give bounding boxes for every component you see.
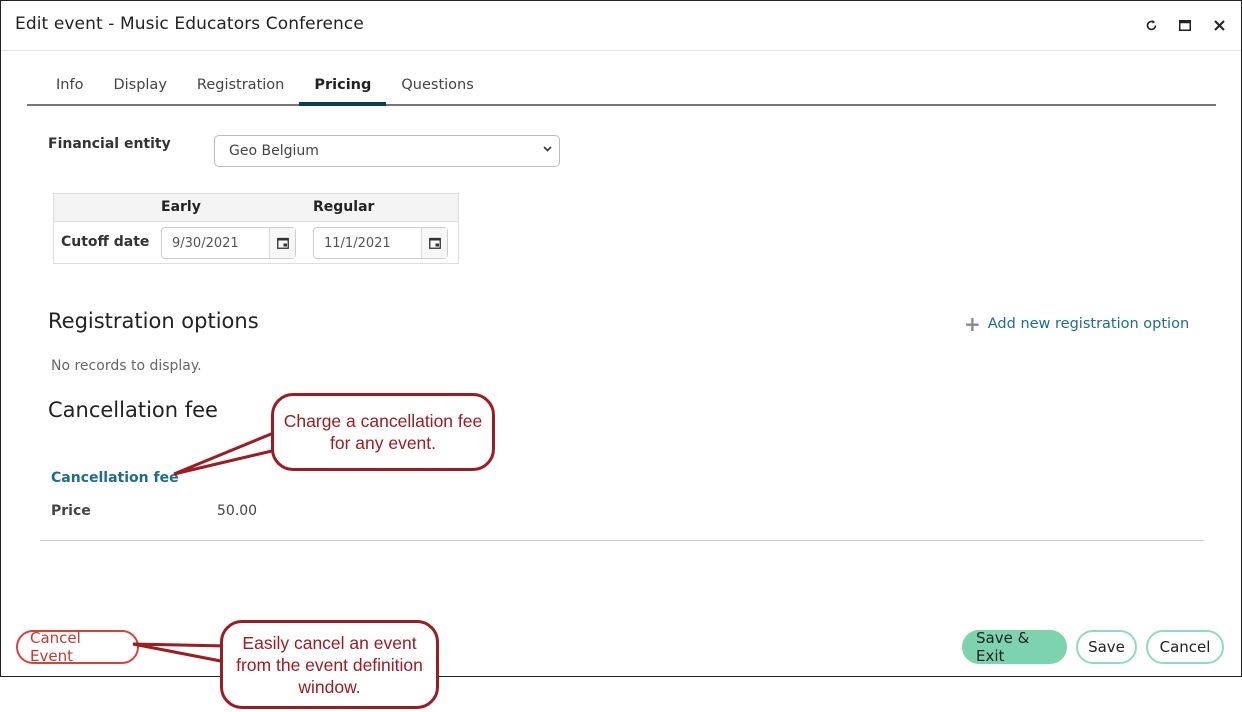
cancellation-fee-link[interactable]: Cancellation fee (51, 470, 179, 486)
early-date-input[interactable]: 9/30/2021 (161, 227, 296, 259)
price-value: 50.00 (217, 503, 258, 519)
add-registration-option-label: Add new registration option (987, 316, 1190, 332)
tab-info[interactable]: Info (27, 71, 98, 104)
callout-cancel-event: Easily cancel an event from the event de… (220, 620, 439, 709)
tab-display[interactable]: Display (98, 71, 181, 104)
plus-icon: + (964, 312, 981, 336)
chevron-down-icon (543, 144, 552, 155)
tab-pricing[interactable]: Pricing (299, 71, 387, 106)
date-table-header: Early Regular (54, 194, 458, 222)
window-controls (1143, 15, 1227, 35)
cutoff-date-table: Early Regular Cutoff date 9/30/2021 11/1… (53, 193, 459, 264)
close-icon[interactable] (1211, 15, 1227, 35)
cutoff-date-label: Cutoff date (61, 234, 150, 250)
window-title: Edit event - Music Educators Conference (15, 14, 364, 34)
maximize-icon[interactable] (1177, 15, 1193, 35)
cancel-button[interactable]: Cancel (1146, 630, 1224, 664)
section-divider (40, 540, 1204, 541)
tab-registration[interactable]: Registration (182, 71, 299, 104)
early-column-header: Early (161, 199, 201, 215)
financial-entity-label: Financial entity (48, 136, 171, 152)
regular-date-input[interactable]: 11/1/2021 (313, 227, 448, 259)
cancel-event-button[interactable]: Cancel Event (16, 629, 139, 665)
save-button[interactable]: Save (1076, 630, 1137, 664)
financial-entity-select[interactable]: Geo Belgium (214, 135, 560, 167)
calendar-icon[interactable] (269, 228, 295, 258)
tab-bar: Info Display Registration Pricing Questi… (27, 71, 1216, 106)
regular-column-header: Regular (313, 199, 375, 215)
calendar-icon[interactable] (421, 228, 447, 258)
early-date-value: 9/30/2021 (172, 236, 239, 251)
registration-options-heading: Registration options (48, 309, 259, 333)
add-registration-option-link[interactable]: + Add new registration option (964, 314, 1189, 334)
cancellation-fee-heading: Cancellation fee (48, 398, 218, 422)
financial-entity-value: Geo Belgium (229, 143, 319, 159)
callout-cancellation-fee: Charge a cancellation fee for any event. (271, 393, 495, 471)
title-bar: Edit event - Music Educators Conference (1, 1, 1241, 51)
cutoff-date-row: Cutoff date 9/30/2021 11/1/2021 (54, 222, 458, 264)
edit-event-window: Edit event - Music Educators Conference … (0, 0, 1242, 677)
price-label: Price (51, 503, 91, 519)
save-exit-button[interactable]: Save & Exit (962, 629, 1067, 665)
refresh-icon[interactable] (1143, 15, 1159, 35)
regular-date-value: 11/1/2021 (324, 236, 391, 251)
tab-questions[interactable]: Questions (386, 71, 488, 104)
no-records-text: No records to display. (51, 358, 202, 374)
